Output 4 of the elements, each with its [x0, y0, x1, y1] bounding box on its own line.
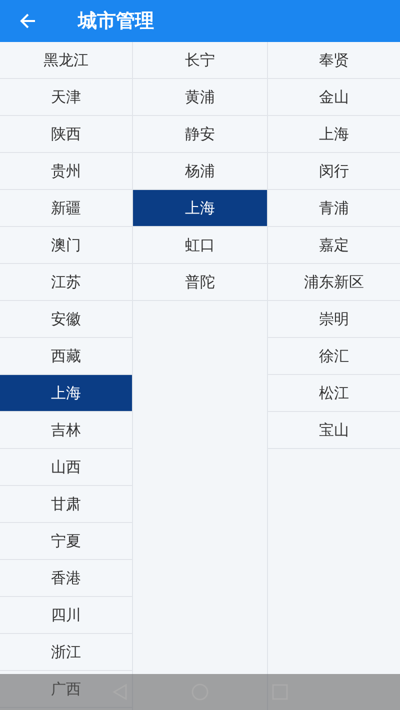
list-item[interactable]: 上海 [0, 375, 132, 412]
list-item[interactable]: 上海 [133, 190, 267, 227]
back-arrow-icon[interactable] [18, 11, 38, 31]
screen-title: 城市管理 [78, 9, 154, 34]
